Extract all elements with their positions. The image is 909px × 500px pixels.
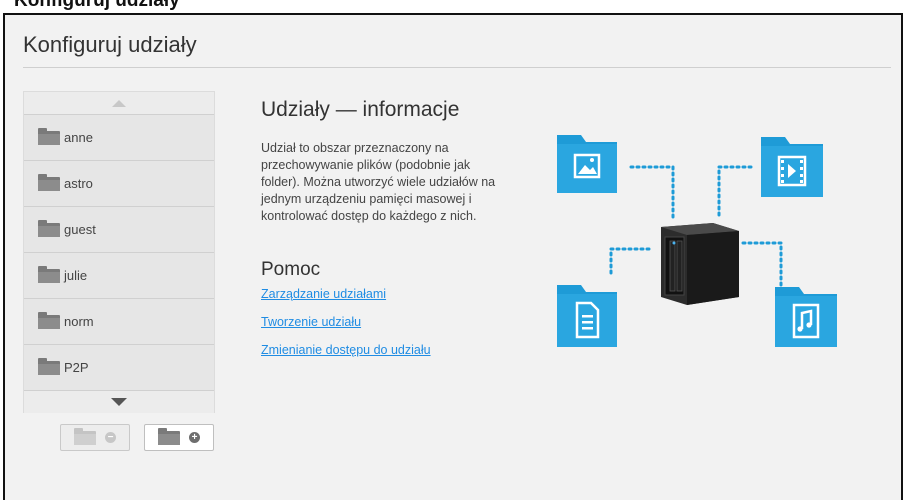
folder-icon: [38, 173, 60, 191]
config-shares-panel: Konfiguruj udziały anne astro guest juli…: [3, 13, 903, 500]
share-item-guest[interactable]: guest: [24, 206, 214, 252]
music-folder-icon: [775, 287, 837, 347]
document-folder-icon: [557, 285, 617, 347]
folder-icon: [38, 311, 60, 329]
shares-illustration: [557, 135, 837, 347]
connector-line: [609, 247, 653, 275]
share-item-anne[interactable]: anne: [24, 114, 214, 160]
info-title: Udziały — informacje: [261, 98, 460, 121]
share-item-label: guest: [64, 222, 96, 237]
share-item-label: P2P: [64, 360, 89, 375]
title-divider: [23, 67, 891, 68]
minus-circle-icon: −: [105, 432, 116, 443]
share-list: anne astro guest julie norm P2P: [23, 91, 215, 413]
folder-icon: [74, 427, 96, 445]
share-item-label: julie: [64, 268, 88, 283]
share-item-julie[interactable]: julie: [24, 252, 214, 298]
info-text: Udział to obszar przeznaczony na przecho…: [261, 141, 496, 223]
share-item-label: norm: [64, 314, 94, 329]
folder-icon: [38, 265, 60, 283]
folder-icon: [158, 427, 180, 445]
help-link-manage-shares[interactable]: Zarządzanie udziałami: [261, 287, 386, 301]
plus-circle-icon: +: [189, 432, 200, 443]
video-folder-icon: [761, 137, 823, 197]
scroll-up-button[interactable]: [24, 92, 214, 114]
share-item-label: anne: [64, 130, 93, 145]
remove-share-button[interactable]: −: [60, 424, 130, 451]
scroll-down-button[interactable]: [24, 390, 214, 413]
add-share-button[interactable]: +: [144, 424, 214, 451]
window-caption: Konfiguruj udziały: [14, 0, 180, 11]
nas-device-icon: [661, 223, 739, 305]
share-item-label: astro: [64, 176, 93, 191]
folder-icon: [38, 357, 60, 375]
help-link-change-access[interactable]: Zmienianie dostępu do udziału: [261, 343, 431, 357]
connector-line: [629, 165, 675, 219]
chevron-up-icon: [112, 99, 126, 107]
connector-line: [737, 241, 783, 287]
connector-line: [717, 165, 753, 219]
chevron-down-icon: [111, 398, 127, 406]
help-link-create-share[interactable]: Tworzenie udziału: [261, 315, 361, 329]
share-item-astro[interactable]: astro: [24, 160, 214, 206]
folder-icon: [38, 127, 60, 145]
page-title: Konfiguruj udziały: [23, 32, 197, 57]
share-item-p2p[interactable]: P2P: [24, 344, 214, 390]
share-item-norm[interactable]: norm: [24, 298, 214, 344]
image-folder-icon: [557, 135, 617, 193]
folder-icon: [38, 219, 60, 237]
help-title: Pomoc: [261, 259, 321, 280]
